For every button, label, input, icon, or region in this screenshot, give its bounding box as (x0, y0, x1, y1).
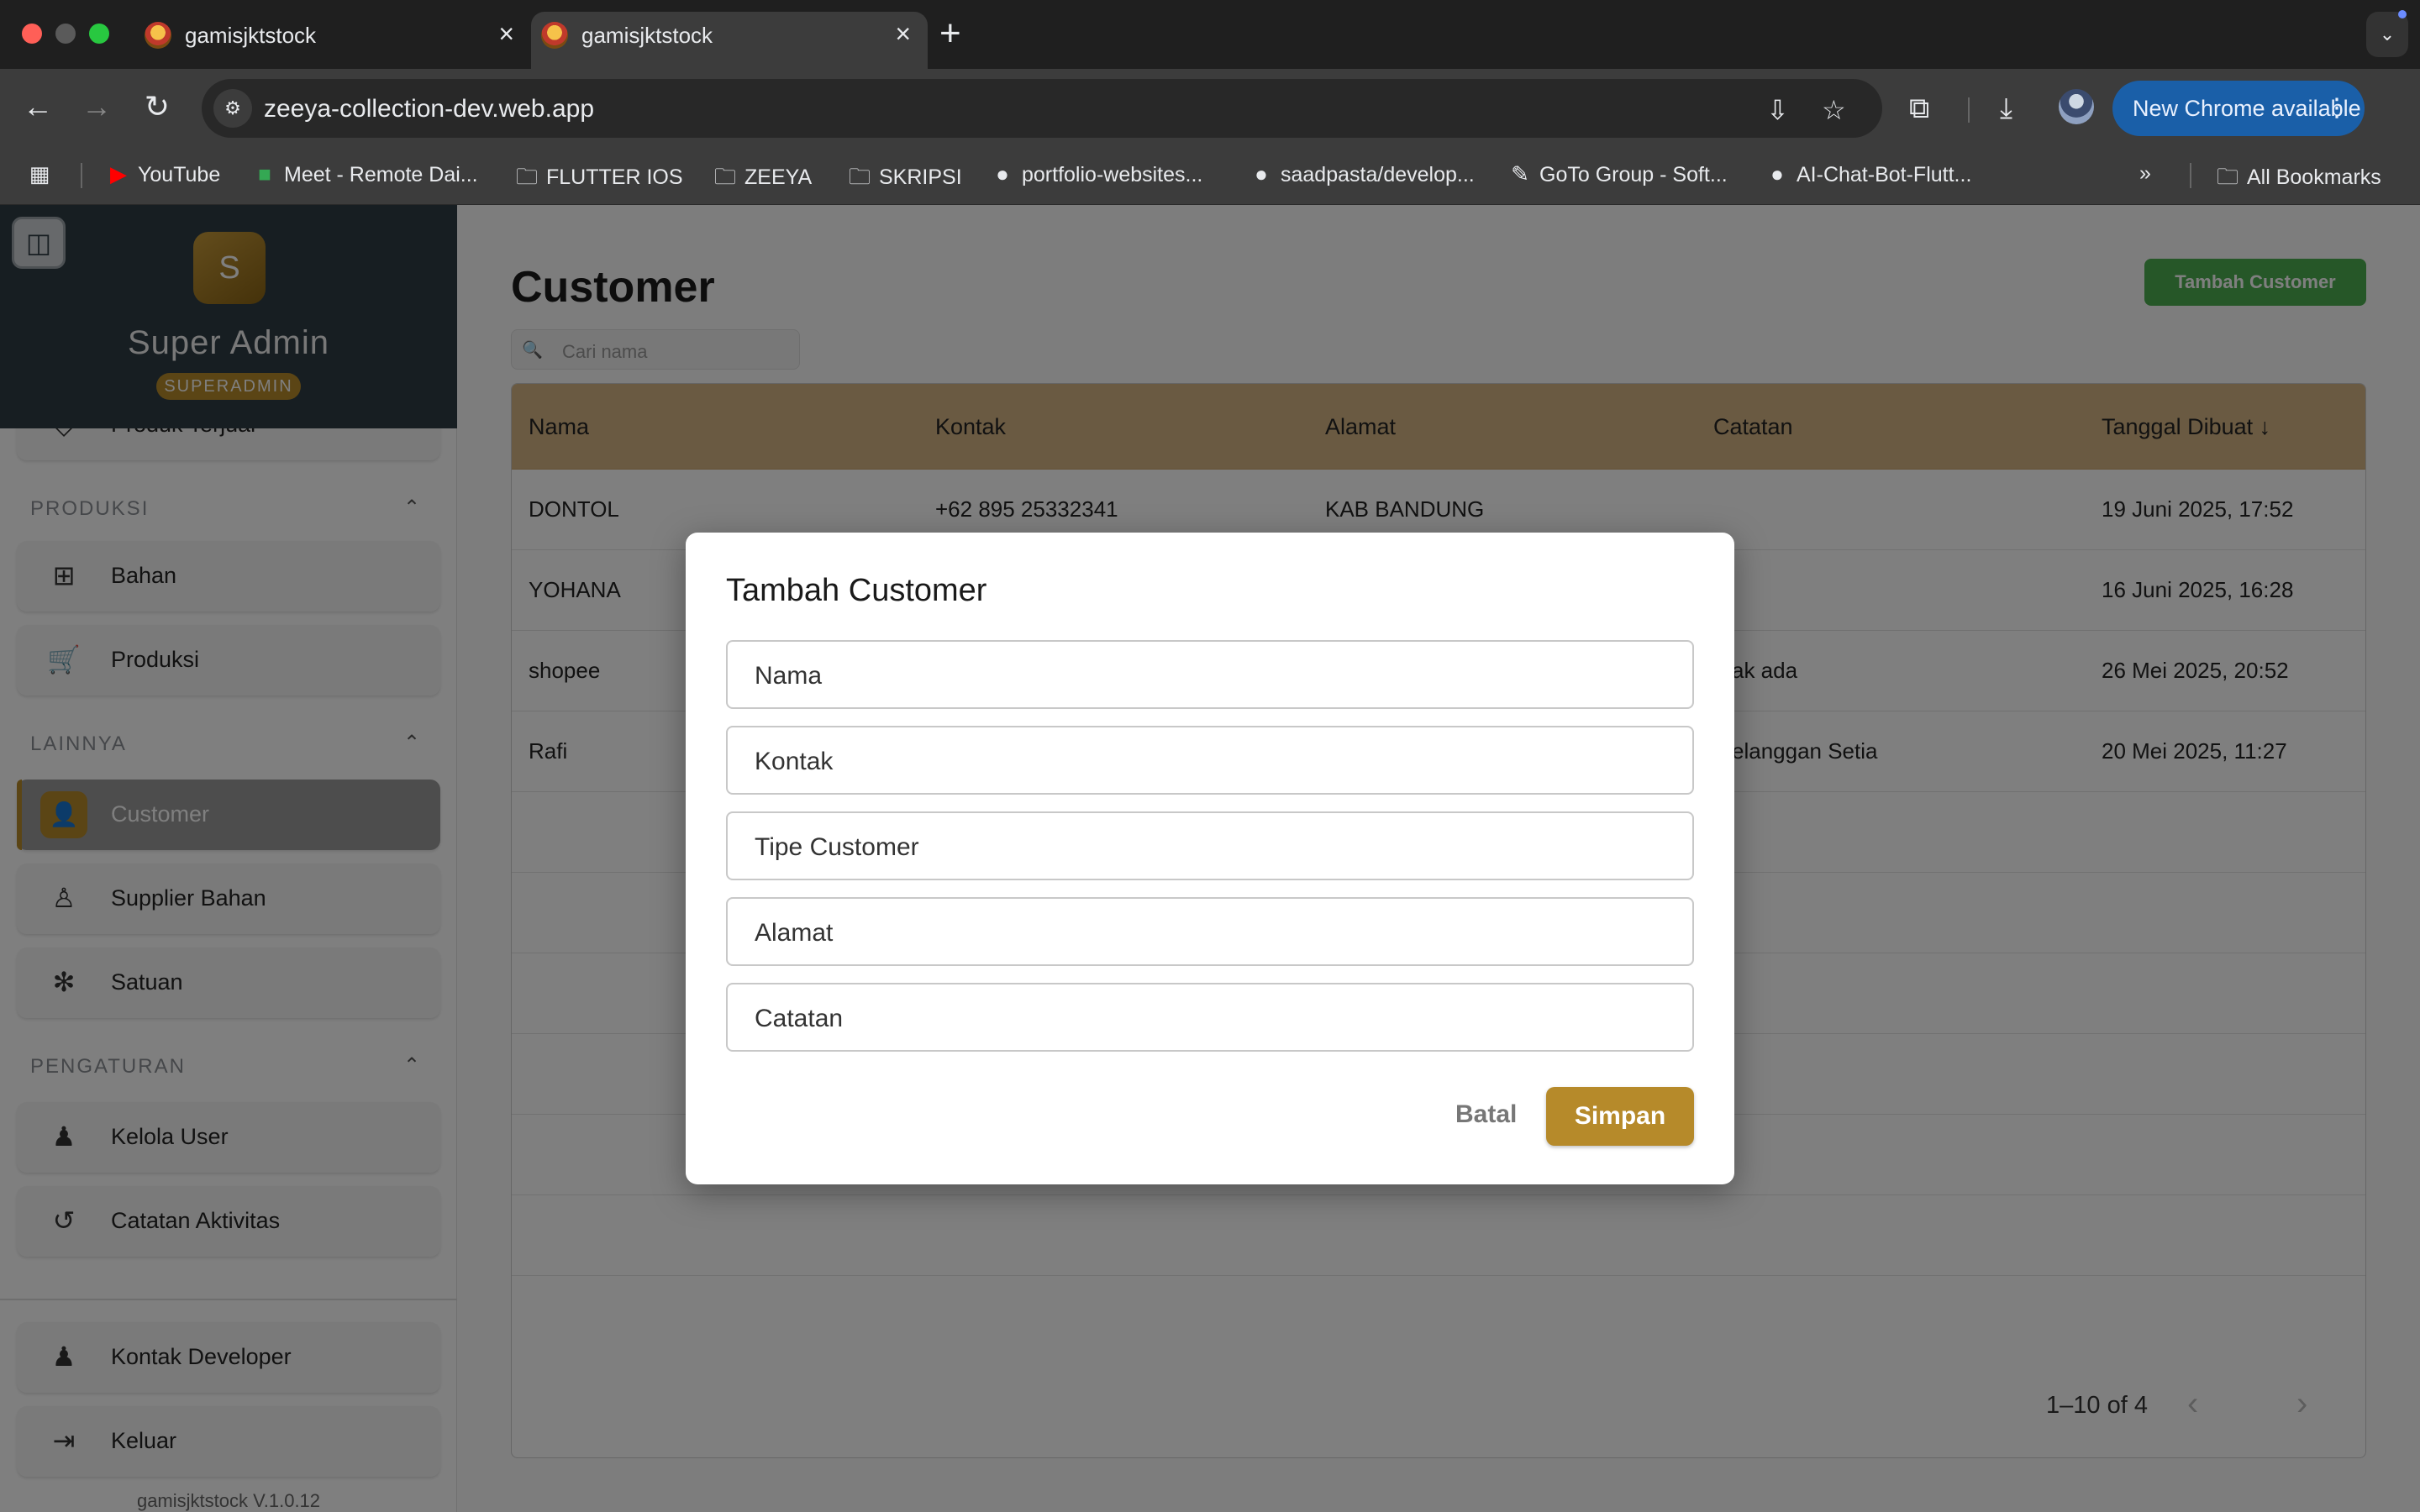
pen-icon: ✎ (1511, 161, 1529, 186)
downloads-icon[interactable]: ⤓ (2000, 92, 2012, 125)
maximize-window-button[interactable] (89, 24, 109, 44)
reload-icon[interactable]: ↻ (136, 86, 178, 128)
apps-grid-icon[interactable]: ▦ (27, 161, 59, 187)
add-customer-dialog: Tambah Customer Nama Kontak Tipe Custome… (686, 533, 1734, 1184)
catatan-field[interactable]: Catatan (726, 983, 1694, 1052)
bookmark-saadpasta[interactable]: ● saadpasta/develop... (1249, 161, 1475, 187)
field-label: Nama (755, 662, 823, 690)
tab-title: gamisjktstock (185, 23, 317, 48)
site-settings-icon[interactable]: ⚙ (213, 89, 252, 128)
github-icon: ● (1255, 161, 1268, 186)
nama-field[interactable]: Nama (726, 640, 1694, 709)
all-bookmarks[interactable]: 🗀 All Bookmarks (2215, 161, 2381, 198)
tipe-customer-field[interactable]: Tipe Customer (726, 811, 1694, 880)
toolbar-divider (1968, 97, 1970, 123)
meet-icon: ■ (258, 161, 271, 186)
bookmark-portfolio[interactable]: ● portfolio-websites... (990, 161, 1202, 187)
bookmarks-divider (81, 163, 82, 188)
dialog-title: Tambah Customer (726, 573, 987, 608)
bookmarks-bar: ▦ ▶ YouTube ■ Meet - Remote Dai... 🗀 FLUTTE… (0, 144, 2420, 205)
bookmarks-divider (2190, 163, 2191, 188)
forward-arrow-icon[interactable]: → (76, 86, 118, 128)
folder-icon: 🗀 (713, 164, 736, 189)
tab-title: gamisjktstock (581, 23, 713, 48)
bookmark-flutter-ios[interactable]: 🗀 FLUTTER IOS (514, 161, 683, 198)
tab-close-icon[interactable]: × (895, 18, 911, 50)
folder-icon: 🗀 (2216, 164, 2238, 189)
tab-strip: gamisjktstock × gamisjktstock × + ⌄ (0, 0, 2420, 69)
close-window-button[interactable] (22, 24, 42, 44)
bookmark-youtube[interactable]: ▶ YouTube (106, 161, 220, 187)
bookmark-meet[interactable]: ■ Meet - Remote Dai... (252, 161, 478, 187)
install-app-icon[interactable]: ⇩ (1766, 94, 1789, 126)
url-text[interactable]: zeeya-collection-dev.web.app (264, 95, 594, 123)
bookmark-zeeya[interactable]: 🗀 ZEEYA (713, 161, 812, 198)
bookmark-skripsi[interactable]: 🗀 SKRIPSI (847, 161, 962, 198)
profile-avatar[interactable] (2059, 89, 2094, 124)
browser-tab-2[interactable]: gamisjktstock × (531, 12, 928, 69)
folder-icon: 🗀 (515, 164, 538, 189)
more-bookmarks-chevron-icon[interactable]: » (2139, 161, 2151, 186)
minimize-window-button[interactable] (55, 24, 76, 44)
browser-tab-1[interactable]: gamisjktstock × (134, 12, 531, 69)
new-chrome-available-button[interactable]: New Chrome available ⋮ (2112, 81, 2365, 136)
back-arrow-icon[interactable]: ← (17, 86, 59, 128)
folder-icon: 🗀 (848, 164, 871, 189)
alamat-field[interactable]: Alamat (726, 897, 1694, 966)
bookmark-goto[interactable]: ✎ GoTo Group - Soft... (1507, 161, 1728, 187)
cancel-button[interactable]: Batal (1455, 1100, 1517, 1129)
bookmark-ai-chat-bot[interactable]: ● AI-Chat-Bot-Flutt... (1765, 161, 1971, 187)
site-favicon-icon (541, 22, 568, 49)
chrome-menu-icon[interactable]: ⋮ (2324, 81, 2349, 136)
field-label: Catatan (755, 1005, 844, 1032)
field-label: Alamat (755, 919, 834, 947)
new-tab-plus-icon[interactable]: + (939, 12, 961, 55)
github-icon: ● (996, 161, 1009, 186)
field-label: Kontak (755, 748, 834, 775)
field-label: Tipe Customer (755, 833, 919, 861)
bookmark-star-icon[interactable]: ☆ (1822, 94, 1846, 126)
github-icon: ● (1770, 161, 1784, 186)
tab-close-icon[interactable]: × (498, 18, 514, 50)
site-favicon-icon (145, 22, 171, 49)
kontak-field[interactable]: Kontak (726, 726, 1694, 795)
extensions-puzzle-icon[interactable]: ⧉ (1909, 92, 1929, 125)
notification-dot (2398, 10, 2407, 18)
browser-toolbar: ← → ↻ ⚙ zeeya-collection-dev.web.app ⇩ ☆… (0, 69, 2420, 144)
youtube-icon: ▶ (110, 161, 127, 186)
tab-search-chevron-icon[interactable]: ⌄ (2366, 10, 2408, 57)
address-bar[interactable]: ⚙ zeeya-collection-dev.web.app ⇩ ☆ (202, 79, 1882, 138)
save-button[interactable]: Simpan (1546, 1087, 1694, 1146)
